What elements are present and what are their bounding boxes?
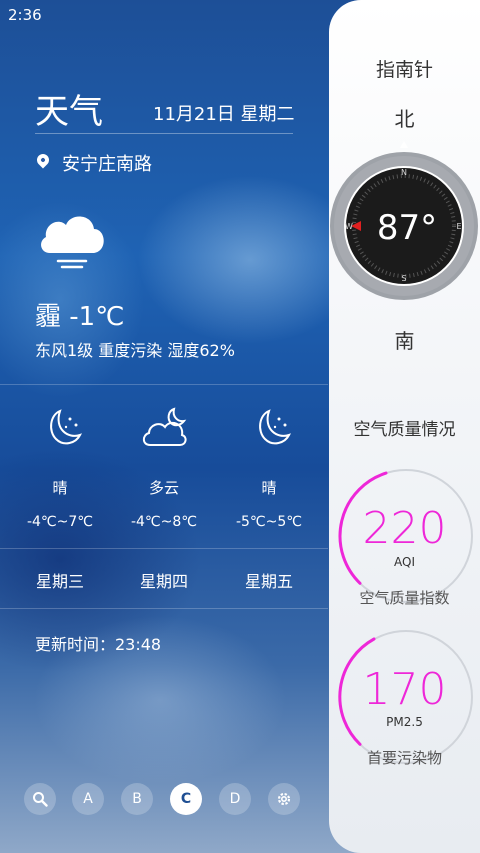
forecast-temp: -4℃~8℃ <box>130 514 198 530</box>
forecast-day-3: 晴 -5℃~5℃ <box>224 405 314 530</box>
moon-stars-icon <box>50 409 82 445</box>
location-label[interactable]: 安宁庄南路 <box>62 150 152 176</box>
forecast-day-2: 多云 -4℃~8℃ <box>119 405 209 530</box>
weekday-label: 星期五 <box>244 572 293 591</box>
forecast-text: 多云 <box>148 479 179 497</box>
settings-button[interactable] <box>268 783 300 815</box>
date-label: 11月21日 星期二 <box>153 104 295 125</box>
north-label: 北 <box>394 107 415 131</box>
pm25-unit: PM2.5 <box>386 715 423 729</box>
pm25-caption: 首要污染物 <box>366 749 442 767</box>
location-pin-icon <box>34 151 52 169</box>
status-time: 2:36 <box>8 6 42 24</box>
dial-w: W <box>345 222 353 231</box>
dial-e: E <box>456 222 461 231</box>
nav-button-a[interactable]: A <box>72 783 104 815</box>
compass-heading: 87° <box>377 208 437 248</box>
updated-time: 更新时间：23:48 <box>35 635 162 654</box>
gear-icon <box>277 792 291 806</box>
search-button[interactable] <box>24 783 56 815</box>
pm25-value: 170 <box>362 664 447 715</box>
nav-button-d[interactable]: D <box>219 783 251 815</box>
compass-title: 指南针 <box>375 59 433 81</box>
section-divider <box>0 384 328 385</box>
compass-dial: N S E W 87° <box>330 141 478 300</box>
forecast-text: 晴 <box>52 479 68 497</box>
nav-button-b[interactable]: B <box>121 783 153 815</box>
nav-button-c[interactable]: C <box>170 783 202 815</box>
current-details: 东风1级 重度污染 湿度62% <box>35 341 235 360</box>
cloud-fog-icon <box>41 216 104 269</box>
dial-n: N <box>401 168 407 177</box>
weekday-label: 星期四 <box>139 572 188 591</box>
forecast-temp: -5℃~5℃ <box>235 514 303 530</box>
page-title: 天气 <box>35 92 103 132</box>
section-divider <box>0 608 328 609</box>
section-divider <box>0 548 328 549</box>
forecast-day-1: 晴 -4℃~7℃ <box>15 405 105 530</box>
search-icon <box>33 792 48 807</box>
cloud-moon-icon <box>142 407 187 446</box>
moon-stars-icon <box>259 409 291 445</box>
aqi-value: 220 <box>362 503 447 554</box>
forecast-temp: -4℃~7℃ <box>26 514 94 530</box>
current-condition: 霾 -1℃ <box>35 302 125 332</box>
header-divider <box>35 133 293 134</box>
aqi-unit: AQI <box>394 555 415 569</box>
aqi-caption: 空气质量指数 <box>359 589 450 607</box>
dial-s: S <box>401 274 406 283</box>
air-quality-title: 空气质量情况 <box>353 420 456 440</box>
forecast-text: 晴 <box>261 479 277 497</box>
weekday-label: 星期三 <box>35 572 84 591</box>
south-label: 南 <box>394 329 415 353</box>
